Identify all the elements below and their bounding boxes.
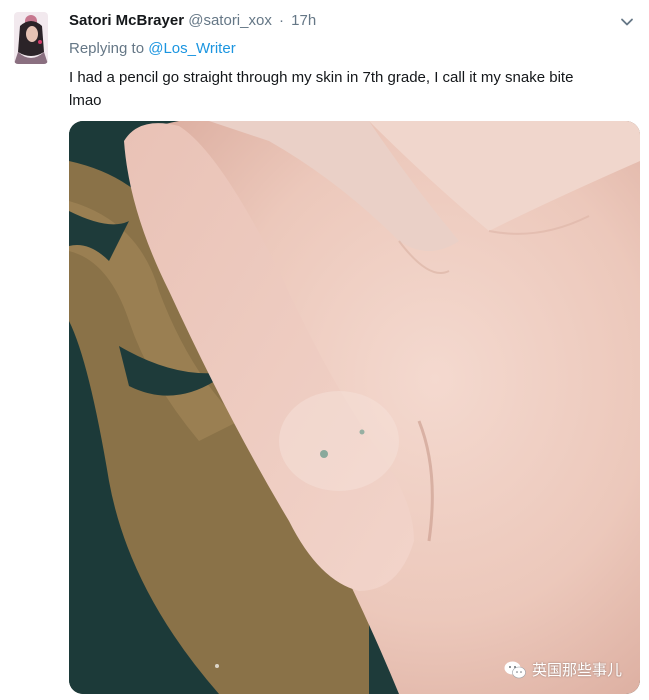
tweet-text-line-2: lmao [69, 92, 102, 109]
display-name[interactable]: Satori McBrayer [69, 12, 184, 29]
tweet-photo[interactable]: 英国那些事儿 [69, 121, 640, 694]
chevron-down-icon[interactable] [619, 14, 635, 30]
avatar-image [14, 12, 48, 64]
tweet-text-line-1: I had a pencil go straight through my sk… [69, 69, 574, 86]
tweet-text: I had a pencil go straight through my sk… [69, 66, 629, 112]
user-handle[interactable]: @satori_xox [188, 12, 272, 29]
hand-photo [69, 121, 640, 694]
avatar[interactable] [14, 12, 48, 64]
replying-to-label: Replying to [69, 40, 145, 57]
wechat-icon [504, 661, 526, 678]
replying-to-line: Replying to @Los_Writer [69, 39, 236, 59]
separator-dot: · [279, 12, 284, 29]
timestamp[interactable]: 17h [291, 12, 316, 29]
replying-to-mention[interactable]: @Los_Writer [148, 40, 235, 57]
tweet-header: Satori McBrayer @satori_xox · 17h [69, 11, 316, 31]
watermark: 英国那些事儿 [504, 659, 622, 680]
tweet-card[interactable]: Satori McBrayer @satori_xox · 17h Replyi… [0, 0, 649, 700]
watermark-text: 英国那些事儿 [531, 661, 622, 679]
